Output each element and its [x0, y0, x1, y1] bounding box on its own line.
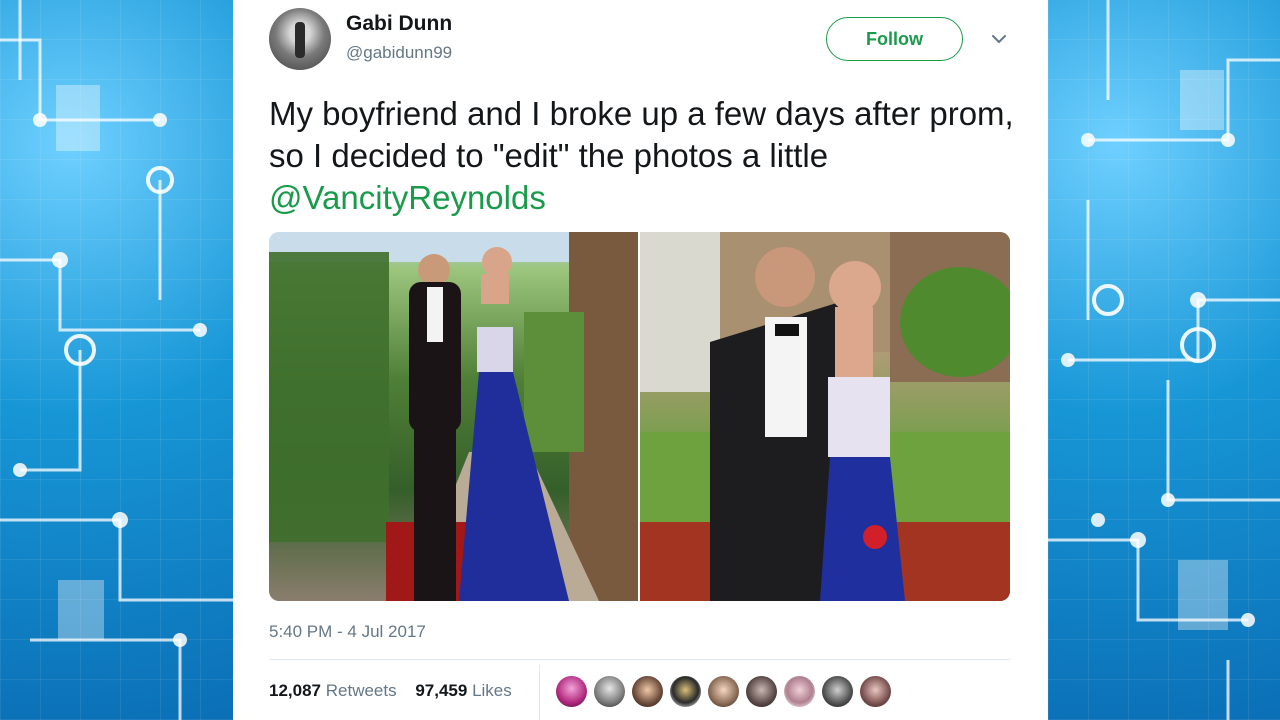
background-left-panel [0, 0, 233, 720]
chevron-down-icon[interactable] [990, 30, 1008, 48]
tweet-media[interactable] [269, 232, 1010, 601]
user-avatar[interactable] [269, 8, 331, 70]
photo-left[interactable] [269, 232, 638, 601]
display-name[interactable]: Gabi Dunn [346, 12, 452, 36]
liker-avatar[interactable] [594, 676, 625, 707]
stats-separator [539, 665, 540, 720]
photo-right[interactable] [640, 232, 1010, 601]
background-right-panel [1048, 0, 1280, 720]
liker-avatar[interactable] [556, 676, 587, 707]
liker-avatar[interactable] [746, 676, 777, 707]
user-handle[interactable]: @gabidunn99 [346, 43, 452, 63]
liker-avatar[interactable] [670, 676, 701, 707]
follow-button[interactable]: Follow [826, 17, 963, 61]
tweet-text: My boyfriend and I broke up a few days a… [269, 93, 1029, 219]
retweets-count[interactable]: 12,087 [269, 681, 321, 700]
liker-avatar[interactable] [632, 676, 663, 707]
retweets-label[interactable]: Retweets [326, 681, 397, 700]
liker-avatar[interactable] [784, 676, 815, 707]
tweet-timestamp[interactable]: 5:40 PM - 4 Jul 2017 [269, 622, 426, 642]
avatar-figure [295, 22, 305, 58]
circuit-decoration-left [0, 0, 233, 720]
likes-count[interactable]: 97,459 [415, 681, 467, 700]
liker-avatar[interactable] [708, 676, 739, 707]
liker-avatar[interactable] [822, 676, 853, 707]
liker-avatars [556, 676, 891, 707]
liker-avatar[interactable] [860, 676, 891, 707]
circuit-decoration-right [1048, 0, 1280, 720]
photo-left-scene [269, 232, 638, 601]
likes-label[interactable]: Likes [472, 681, 512, 700]
tweet-body: My boyfriend and I broke up a few days a… [269, 95, 1014, 174]
tweet-stats: 12,087 Retweets 97,459 Likes [269, 681, 512, 701]
photo-right-scene [640, 232, 1010, 601]
tweet-card: Gabi Dunn @gabidunn99 Follow My boyfrien… [233, 0, 1048, 720]
mention-link[interactable]: @VancityReynolds [269, 179, 546, 216]
divider [269, 659, 1010, 660]
